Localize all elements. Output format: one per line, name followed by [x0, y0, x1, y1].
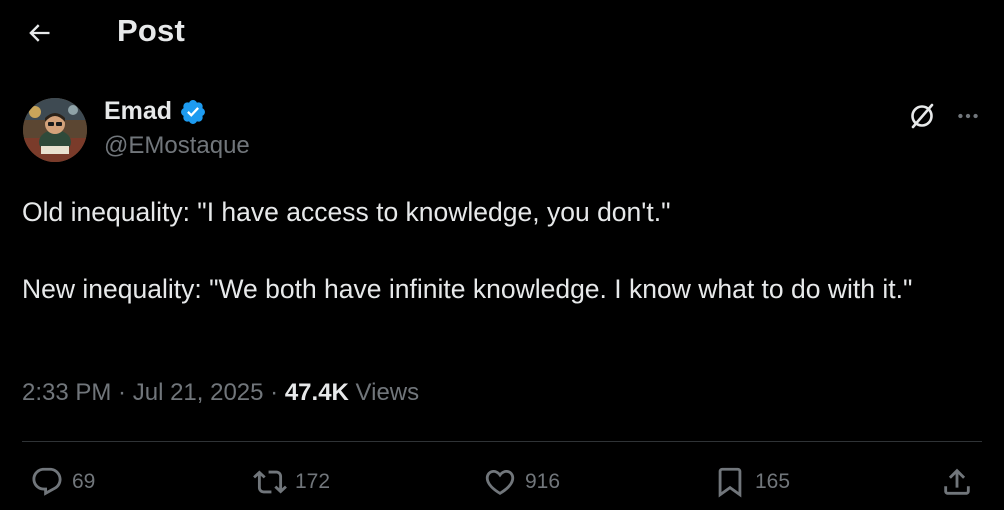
meta-separator: · [111, 379, 133, 406]
reply-button[interactable]: 69 [30, 458, 95, 506]
post-text: Old inequality: "I have access to knowle… [22, 197, 913, 304]
reply-count: 69 [72, 470, 96, 493]
more-options-button[interactable] [952, 100, 984, 132]
repost-icon [253, 470, 287, 494]
author-display-name[interactable]: Emad [104, 97, 172, 126]
heart-icon [485, 469, 515, 495]
divider [22, 441, 982, 442]
bookmark-icon [718, 467, 742, 498]
author-handle[interactable]: @EMostaque [104, 132, 250, 160]
action-bar: 69 172 916 165 [0, 458, 1004, 508]
like-count: 916 [525, 470, 561, 493]
post-date[interactable]: Jul 21, 2025 [133, 379, 264, 407]
back-button[interactable] [20, 14, 58, 52]
share-button[interactable] [940, 458, 974, 506]
arrow-left-icon [29, 24, 50, 42]
views-label [349, 379, 356, 407]
bookmark-count: 165 [755, 470, 791, 493]
more-horizontal-icon [958, 113, 978, 119]
bookmark-button[interactable]: 165 [713, 458, 790, 506]
avatar[interactable] [23, 98, 87, 162]
top-bar: Post [0, 0, 1004, 64]
views-label-text: Views [355, 379, 420, 406]
share-icon [944, 468, 970, 495]
grok-icon [911, 103, 934, 129]
author-name-row[interactable]: Emad [104, 97, 207, 126]
verified-badge-icon [181, 99, 206, 124]
repost-button[interactable]: 172 [253, 458, 330, 506]
post-meta: 2:33 PM · Jul 21, 2025 · 47.4K Views [22, 379, 419, 407]
reply-icon [32, 467, 62, 496]
meta-separator: · [263, 379, 285, 406]
post-time[interactable]: 2:33 PM [22, 379, 111, 407]
page-title: Post [117, 13, 185, 48]
like-button[interactable]: 916 [483, 458, 560, 506]
repost-count: 172 [295, 470, 331, 493]
grok-button[interactable] [906, 100, 938, 132]
views-count: 47.4K [284, 379, 349, 406]
